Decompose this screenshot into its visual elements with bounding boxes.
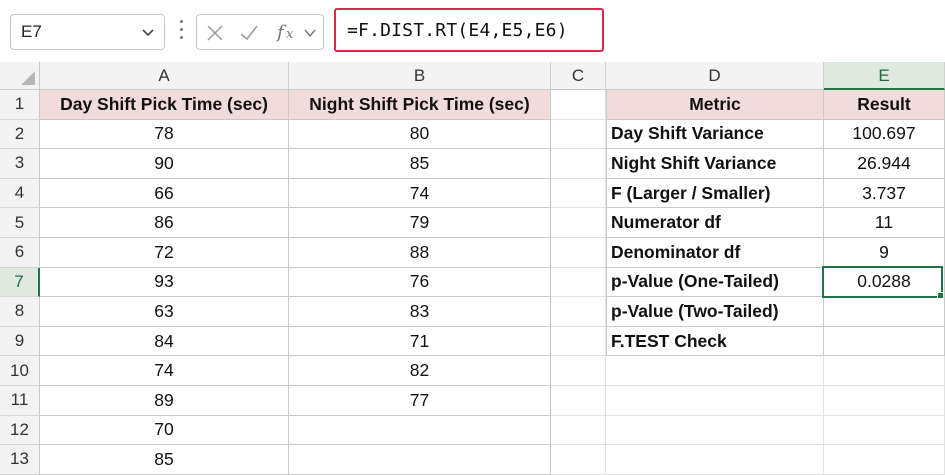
cell-d12[interactable] [606, 415, 824, 446]
row-header-8[interactable]: 8 [0, 297, 40, 327]
cell-b10[interactable]: 82 [289, 356, 551, 386]
row-header-3[interactable]: 3 [0, 149, 40, 179]
row-header-4[interactable]: 4 [0, 178, 40, 209]
fill-handle[interactable] [937, 292, 944, 299]
active-cell-selection [822, 266, 943, 298]
cell-e1[interactable]: Result [824, 90, 945, 120]
triangle-icon [21, 71, 35, 85]
cell-b1[interactable]: Night Shift Pick Time (sec) [289, 90, 551, 120]
svg-text:x: x [286, 27, 294, 42]
cell-d7[interactable]: p-Value (One-Tailed) [606, 267, 824, 298]
cell-c9[interactable] [551, 326, 606, 357]
cell-b5[interactable]: 79 [289, 208, 551, 238]
cell-d5[interactable]: Numerator df [606, 208, 824, 238]
cell-d10[interactable] [606, 356, 824, 386]
cell-e2[interactable]: 100.697 [824, 119, 945, 150]
cell-d2[interactable]: Day Shift Variance [606, 119, 824, 150]
cell-a13[interactable]: 85 [40, 445, 289, 475]
toolbar-separator [180, 20, 184, 42]
name-box-value: E7 [21, 22, 42, 41]
cell-c8[interactable] [551, 297, 606, 327]
cell-d3[interactable]: Night Shift Variance [606, 149, 824, 179]
row-header-2[interactable]: 2 [0, 119, 40, 150]
cell-e3[interactable]: 26.944 [824, 149, 945, 179]
cell-b11[interactable]: 77 [289, 386, 551, 416]
check-icon[interactable] [239, 24, 259, 42]
formula-action-group: f x [196, 14, 324, 50]
cell-b2[interactable]: 80 [289, 119, 551, 150]
cell-b13[interactable] [289, 445, 551, 475]
cell-e11[interactable] [824, 386, 945, 416]
cell-d1[interactable]: Metric [606, 90, 824, 120]
cell-d8[interactable]: p-Value (Two-Tailed) [606, 297, 824, 327]
cell-d11[interactable] [606, 386, 824, 416]
column-header-e[interactable]: E [824, 62, 945, 90]
cell-a1[interactable]: Day Shift Pick Time (sec) [40, 90, 289, 120]
column-header-b[interactable]: B [289, 62, 551, 90]
cell-c2[interactable] [551, 119, 606, 150]
cell-a12[interactable]: 70 [40, 415, 289, 446]
name-box[interactable]: E7 [10, 14, 165, 50]
cell-c12[interactable] [551, 415, 606, 446]
column-header-d[interactable]: D [606, 62, 824, 90]
row-header-11[interactable]: 11 [0, 386, 40, 416]
select-all-button[interactable] [0, 62, 40, 90]
cell-c4[interactable] [551, 178, 606, 209]
cell-e9[interactable] [824, 326, 945, 357]
cell-c7[interactable] [551, 267, 606, 298]
cell-c11[interactable] [551, 386, 606, 416]
cell-a7[interactable]: 93 [40, 267, 289, 298]
cell-b12[interactable] [289, 415, 551, 446]
cell-b6[interactable]: 88 [289, 238, 551, 268]
cell-d13[interactable] [606, 445, 824, 475]
row-header-13[interactable]: 13 [0, 445, 40, 475]
cell-c13[interactable] [551, 445, 606, 475]
cell-a5[interactable]: 86 [40, 208, 289, 238]
row-header-12[interactable]: 12 [0, 415, 40, 446]
chevron-down-icon[interactable] [140, 24, 156, 40]
cell-b4[interactable]: 74 [289, 178, 551, 209]
cell-c10[interactable] [551, 356, 606, 386]
cell-e5[interactable]: 11 [824, 208, 945, 238]
cell-a6[interactable]: 72 [40, 238, 289, 268]
cell-d4[interactable]: F (Larger / Smaller) [606, 178, 824, 209]
formula-text: =F.DIST.RT(E4,E5,E6) [347, 20, 568, 41]
cell-e6[interactable]: 9 [824, 238, 945, 268]
fx-icon[interactable]: f x [275, 21, 299, 43]
cell-e4[interactable]: 3.737 [824, 178, 945, 209]
row-header-9[interactable]: 9 [0, 326, 40, 357]
row-header-7[interactable]: 7 [0, 267, 40, 298]
cell-b3[interactable]: 85 [289, 149, 551, 179]
row-header-5[interactable]: 5 [0, 208, 40, 238]
cell-c5[interactable] [551, 208, 606, 238]
cell-a11[interactable]: 89 [40, 386, 289, 416]
cell-c6[interactable] [551, 238, 606, 268]
column-header-a[interactable]: A [40, 62, 289, 90]
cell-d9[interactable]: F.TEST Check [606, 326, 824, 357]
cell-e12[interactable] [824, 415, 945, 446]
row-header-1[interactable]: 1 [0, 90, 40, 120]
row-header-6[interactable]: 6 [0, 238, 40, 268]
cell-d6[interactable]: Denominator df [606, 238, 824, 268]
row-header-10[interactable]: 10 [0, 356, 40, 386]
cell-e13[interactable] [824, 445, 945, 475]
cell-b8[interactable]: 83 [289, 297, 551, 327]
cross-icon[interactable] [206, 24, 224, 42]
cell-a3[interactable]: 90 [40, 149, 289, 179]
chevron-down-icon[interactable] [303, 26, 317, 40]
cell-a2[interactable]: 78 [40, 119, 289, 150]
cell-a9[interactable]: 84 [40, 326, 289, 357]
cell-b9[interactable]: 71 [289, 326, 551, 357]
formula-input[interactable]: =F.DIST.RT(E4,E5,E6) [334, 8, 604, 52]
cell-e10[interactable] [824, 356, 945, 386]
cell-c3[interactable] [551, 149, 606, 179]
cell-e8[interactable] [824, 297, 945, 327]
cell-a8[interactable]: 63 [40, 297, 289, 327]
cell-b7[interactable]: 76 [289, 267, 551, 298]
cell-a10[interactable]: 74 [40, 356, 289, 386]
cell-a4[interactable]: 66 [40, 178, 289, 209]
column-header-c[interactable]: C [551, 62, 606, 90]
cell-c1[interactable] [551, 90, 606, 120]
